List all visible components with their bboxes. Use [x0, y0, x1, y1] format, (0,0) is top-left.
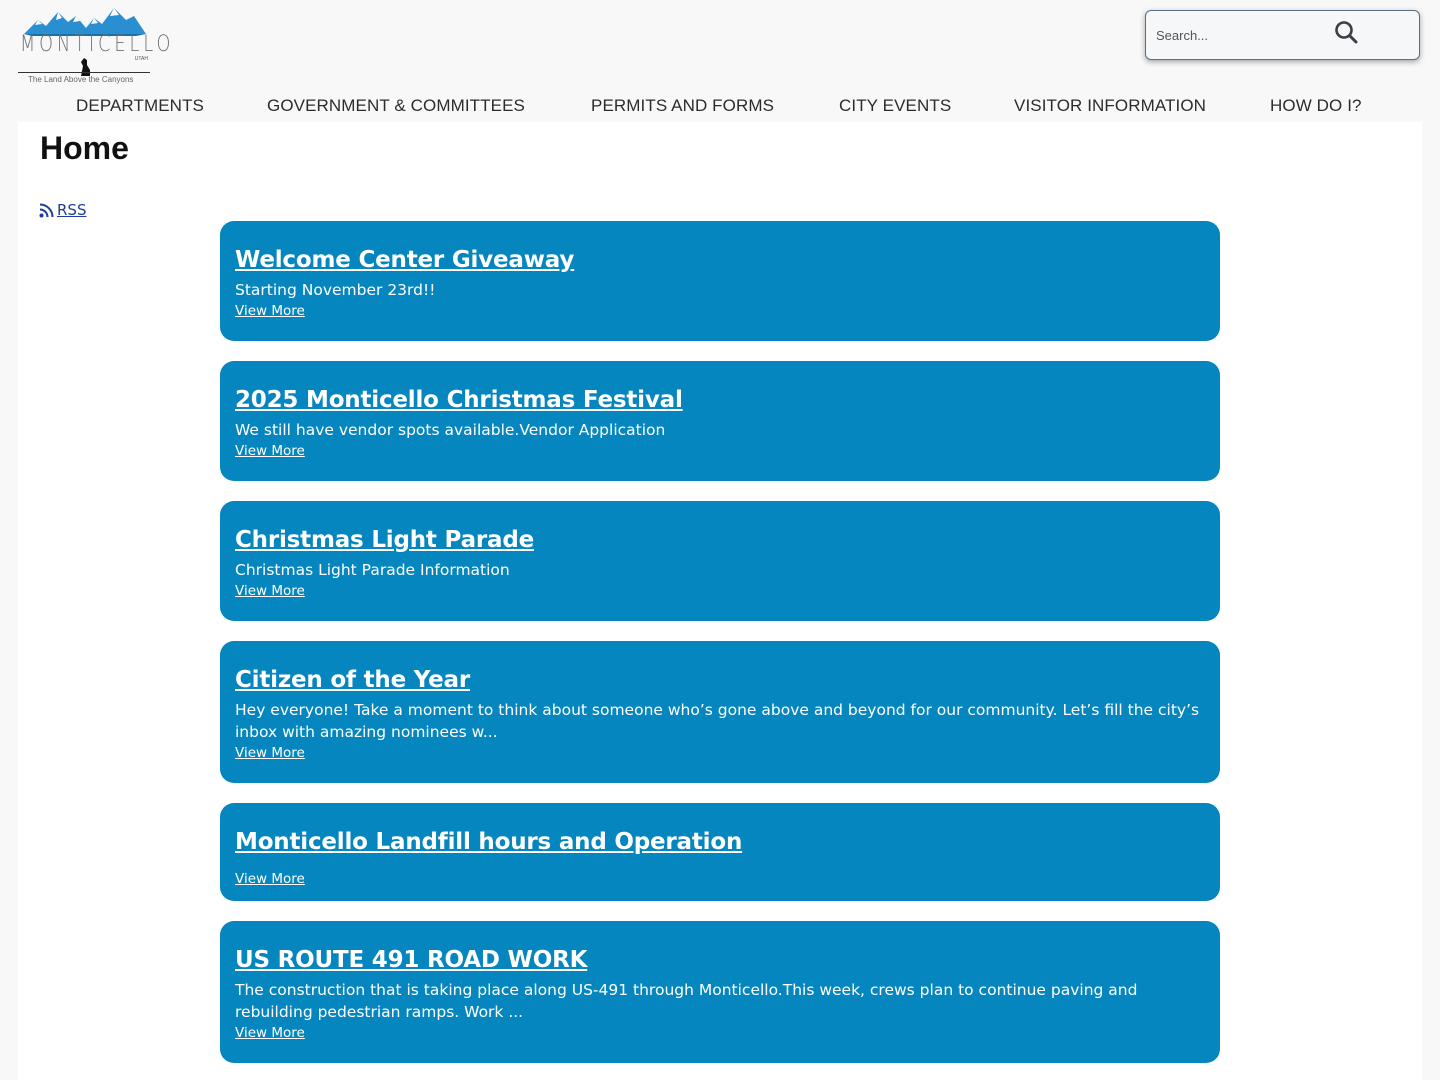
news-card-view-more[interactable]: View More	[235, 443, 305, 459]
news-card-view-more[interactable]: View More	[235, 745, 305, 761]
page-title: Home	[40, 130, 129, 166]
rss-icon	[39, 203, 54, 217]
rss-label: RSS	[57, 201, 87, 219]
news-card: Welcome Center Giveaway Starting Novembe…	[220, 221, 1220, 341]
news-card-description: Christmas Light Parade Information	[235, 561, 510, 579]
news-card-title[interactable]: 2025 Monticello Christmas Festival	[235, 387, 1205, 413]
news-card-view-more[interactable]: View More	[235, 871, 305, 887]
nav-departments[interactable]: DEPARTMENTS	[76, 96, 204, 116]
news-card-description: Starting November 23rd!!	[235, 281, 436, 299]
news-card: Monticello Landfill hours and Operation …	[220, 803, 1220, 901]
search-icon	[1335, 20, 1358, 43]
news-card-description: Hey everyone! Take a moment to think abo…	[235, 701, 1200, 741]
news-card-title[interactable]: US ROUTE 491 ROAD WORK	[235, 947, 1205, 973]
news-card-title[interactable]: Citizen of the Year	[235, 667, 1205, 693]
nav-government-committees[interactable]: GOVERNMENT & COMMITTEES	[267, 96, 525, 116]
logo-state: UTAH	[134, 56, 148, 62]
nav-how-do-i[interactable]: HOW DO I?	[1270, 96, 1362, 116]
news-card-view-more[interactable]: View More	[235, 303, 305, 319]
news-card: Christmas Light Parade Christmas Light P…	[220, 501, 1220, 621]
news-card-description: We still have vendor spots available.Ven…	[235, 421, 666, 439]
news-card-description: The construction that is taking place al…	[235, 981, 1138, 1021]
nav-city-events[interactable]: CITY EVENTS	[839, 96, 951, 116]
main-content: Home RSS Welcome Center Giveaway Startin…	[18, 122, 1422, 1080]
news-card-view-more[interactable]: View More	[235, 1025, 305, 1041]
rss-link[interactable]: RSS	[39, 201, 86, 219]
logo-wordmark: MONTICELLO	[20, 32, 175, 57]
news-card: 2025 Monticello Christmas Festival We st…	[220, 361, 1220, 481]
news-card-description	[235, 855, 1205, 861]
nav-permits-forms[interactable]: PERMITS AND FORMS	[591, 96, 774, 116]
logo-tagline: The Land Above the Canyons	[28, 75, 134, 84]
news-card: Citizen of the Year Hey everyone! Take a…	[220, 641, 1220, 783]
search-button[interactable]	[1332, 19, 1362, 49]
nav-visitor-information[interactable]: VISITOR INFORMATION	[1014, 96, 1206, 116]
news-card-title[interactable]: Welcome Center Giveaway	[235, 247, 1205, 273]
search-input[interactable]	[1156, 23, 1326, 47]
logo-divider	[18, 72, 150, 73]
news-card-title[interactable]: Christmas Light Parade	[235, 527, 1205, 553]
search-box	[1145, 10, 1420, 60]
site-header: MONTICELLO UTAH The Land Above the Canyo…	[0, 0, 1440, 122]
news-card-title[interactable]: Monticello Landfill hours and Operation	[235, 829, 1205, 855]
news-card: US ROUTE 491 ROAD WORK The construction …	[220, 921, 1220, 1063]
news-card-view-more[interactable]: View More	[235, 583, 305, 599]
site-logo[interactable]: MONTICELLO UTAH The Land Above the Canyo…	[18, 4, 175, 86]
main-nav: DEPARTMENTS GOVERNMENT & COMMITTEES PERM…	[0, 94, 1440, 122]
